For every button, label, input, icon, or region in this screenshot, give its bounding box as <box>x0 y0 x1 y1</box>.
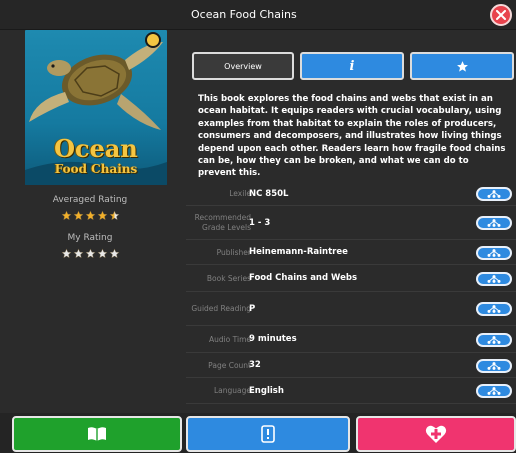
my-rating-label: My Rating <box>67 233 113 243</box>
related-books-button[interactable] <box>476 187 512 201</box>
star-icon <box>60 210 72 221</box>
detail-label: Language <box>213 386 251 395</box>
detail-value: English <box>249 385 284 396</box>
star-icon <box>108 248 120 259</box>
detail-row: Guided Reading P <box>186 292 516 326</box>
detail-label: Guided Reading <box>191 304 251 313</box>
add-to-wishlist-button[interactable] <box>356 416 516 452</box>
info-tablet-icon <box>261 425 275 443</box>
read-book-button[interactable] <box>12 416 182 452</box>
star-icon <box>96 210 108 221</box>
detail-label: Book Series <box>206 273 251 283</box>
book-description: This book explores the food chains and w… <box>198 94 506 179</box>
related-books-button[interactable] <box>476 358 512 373</box>
cover-title-line2: Food Chains <box>54 162 138 176</box>
detail-label: Publisher <box>216 247 251 257</box>
hierarchy-icon <box>487 274 501 283</box>
hierarchy-icon <box>487 248 501 257</box>
tab-favorite[interactable] <box>410 52 514 80</box>
hierarchy-icon <box>487 305 501 313</box>
star-icon <box>96 248 108 259</box>
related-books-button[interactable] <box>476 384 512 398</box>
detail-value: NC 850L <box>249 188 289 199</box>
book-info-button[interactable] <box>186 416 350 452</box>
star-icon <box>72 210 84 221</box>
related-books-button[interactable] <box>476 332 512 347</box>
book-detail-panel: Overview i This book explores the food c… <box>180 30 516 413</box>
detail-value: 32 <box>249 360 261 370</box>
book-cover: Ocean Food Chains <box>25 30 167 185</box>
star-icon <box>84 210 96 221</box>
detail-value: Heinemann-Raintree <box>249 247 348 257</box>
detail-value: 1 - 3 <box>249 217 271 228</box>
detail-value: Food Chains and Webs <box>249 273 358 283</box>
related-books-button[interactable] <box>476 245 512 260</box>
hierarchy-icon <box>487 219 501 227</box>
hierarchy-icon <box>487 361 501 370</box>
book-details-list: Lexile NC 850L Recommended Grade Levels 1 -… <box>186 182 516 404</box>
detail-row: Audio Time 9 minutes <box>186 326 516 353</box>
tab-overview[interactable]: Overview <box>192 52 294 80</box>
close-button[interactable] <box>490 4 512 26</box>
cover-title-line1: Ocean <box>54 134 138 163</box>
averaged-rating-label: Averaged Rating <box>52 195 128 205</box>
star-icon <box>84 248 96 259</box>
header-bar: Ocean Food Chains <box>0 0 516 30</box>
open-book-icon <box>88 427 106 441</box>
detail-row: Recommended Grade Levels 1 - 3 <box>186 206 516 240</box>
heart-plus-icon <box>425 425 447 443</box>
info-icon: i <box>349 58 355 74</box>
close-icon <box>496 10 506 20</box>
detail-tabs: Overview i <box>192 52 514 80</box>
detail-row: Lexile NC 850L <box>186 182 516 206</box>
detail-label: Lexile <box>229 189 251 198</box>
detail-label: Page Count <box>208 360 251 370</box>
hierarchy-icon <box>487 190 501 198</box>
related-books-button[interactable] <box>476 302 512 316</box>
detail-row: Book Series Food Chains and Webs <box>186 265 516 292</box>
detail-row: Page Count 32 <box>186 353 516 378</box>
detail-label: Recommended Grade Levels <box>194 213 251 232</box>
hierarchy-icon <box>487 387 501 395</box>
averaged-rating-stars <box>0 210 180 221</box>
detail-row: Publisher Heinemann-Raintree <box>186 240 516 265</box>
detail-row: Language English <box>186 378 516 404</box>
book-summary-panel: Ocean Food Chains Averaged Rating My Rat… <box>0 30 180 413</box>
star-icon <box>456 60 468 72</box>
star-icon <box>108 210 120 221</box>
detail-value: 9 minutes <box>249 334 297 344</box>
tab-overview-label: Overview <box>224 61 262 71</box>
my-rating-stars[interactable] <box>0 248 180 259</box>
related-books-button[interactable] <box>476 216 512 230</box>
page-title: Ocean Food Chains <box>191 8 297 21</box>
detail-value: P <box>249 303 256 314</box>
action-bar <box>0 413 516 453</box>
detail-label: Audio Time <box>208 334 251 344</box>
hierarchy-icon <box>487 335 501 344</box>
related-books-button[interactable] <box>476 271 512 286</box>
star-icon <box>72 248 84 259</box>
star-icon <box>60 248 72 259</box>
tab-info[interactable]: i <box>300 52 404 80</box>
